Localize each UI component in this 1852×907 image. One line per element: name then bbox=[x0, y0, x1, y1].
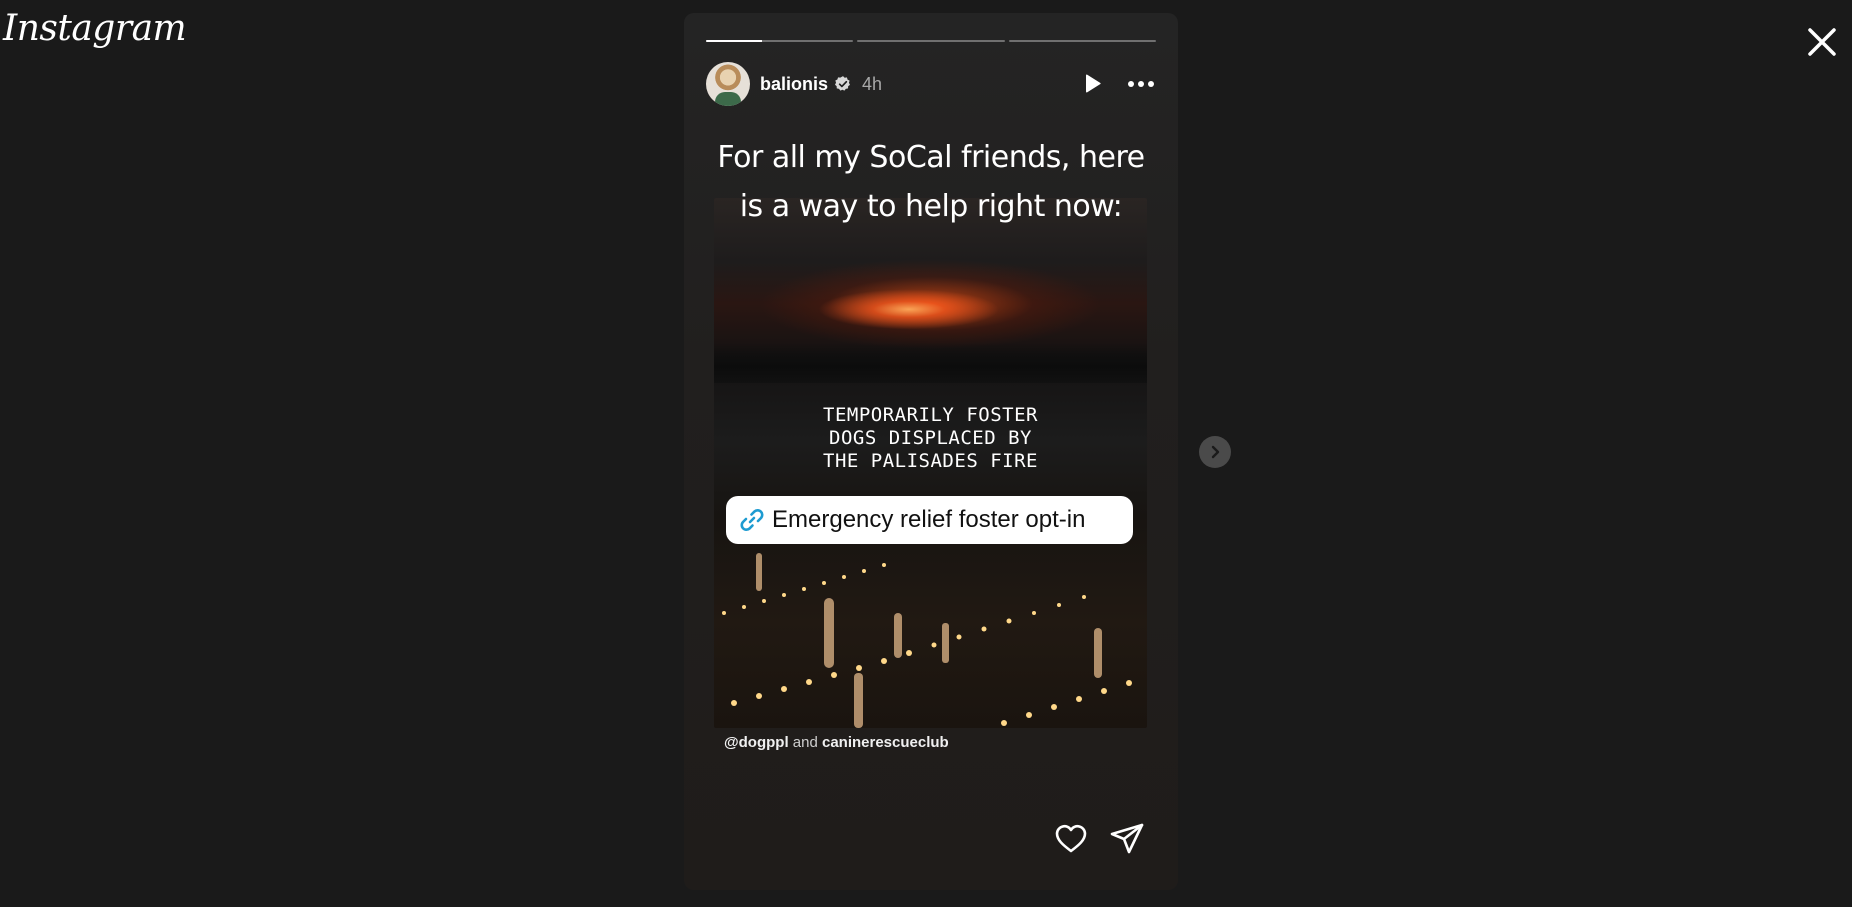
story-header: balionis 4h bbox=[706, 61, 1156, 107]
close-icon[interactable] bbox=[1802, 22, 1842, 62]
progress-segment bbox=[857, 40, 1005, 42]
progress-fill bbox=[706, 40, 762, 42]
story-progress-bar bbox=[706, 40, 1156, 42]
chevron-right-icon bbox=[1211, 445, 1220, 459]
instagram-logo[interactable]: Instagram bbox=[3, 8, 187, 49]
link-sticker-label: Emergency relief foster opt-in bbox=[772, 506, 1086, 533]
heart-icon[interactable] bbox=[1053, 821, 1089, 857]
story-caption: For all my SoCal friends, here is a way … bbox=[717, 140, 1145, 224]
mention-separator: and bbox=[792, 734, 818, 751]
story-overlay-text: TEMPORARILY FOSTER DOGS DISPLACED BY THE… bbox=[823, 404, 1038, 472]
more-icon[interactable] bbox=[1126, 70, 1156, 98]
string-lights-scene bbox=[722, 553, 1132, 728]
link-icon bbox=[740, 509, 764, 531]
link-sticker[interactable]: Emergency relief foster opt-in bbox=[726, 496, 1133, 544]
next-story-button[interactable] bbox=[1199, 436, 1231, 468]
play-icon[interactable] bbox=[1078, 70, 1106, 98]
story-photo: TEMPORARILY FOSTER DOGS DISPLACED BY THE… bbox=[714, 198, 1147, 728]
username-link[interactable]: balionis bbox=[760, 74, 828, 95]
hillside-silhouette bbox=[714, 343, 1147, 383]
story-mentions: @dogppl and caninerescueclub bbox=[724, 734, 949, 751]
verified-badge-icon bbox=[834, 76, 850, 91]
story-viewer: Instagram balionis 4h For all my SoCal f… bbox=[0, 0, 1852, 907]
story-timestamp: 4h bbox=[862, 73, 883, 94]
story-card[interactable]: balionis 4h For all my SoCal friends, he… bbox=[684, 13, 1178, 890]
send-icon[interactable] bbox=[1109, 821, 1145, 857]
avatar[interactable] bbox=[706, 62, 750, 106]
progress-segment bbox=[706, 40, 854, 42]
mention-dogppl[interactable]: @dogppl bbox=[724, 734, 789, 751]
progress-segment bbox=[1008, 40, 1156, 42]
mention-caninerescueclub[interactable]: caninerescueclub bbox=[822, 734, 949, 751]
story-actions bbox=[1053, 821, 1145, 857]
